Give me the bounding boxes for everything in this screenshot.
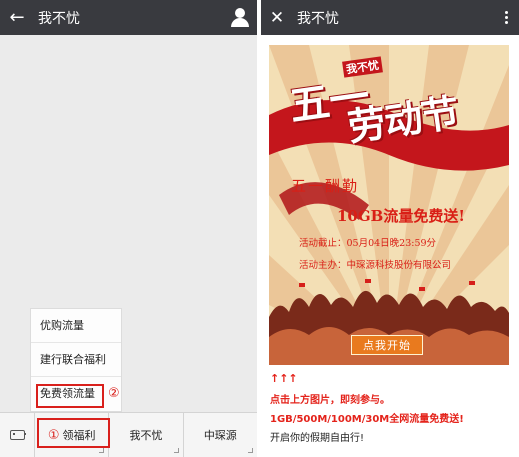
start-button[interactable]: 点我开始 [351, 335, 423, 355]
message-line-3: 开启你的假期自由行! [270, 433, 365, 444]
submenu-item-premium-traffic[interactable]: 优购流量 [31, 309, 121, 343]
menu-tab-zhongchenyuan-label: 中琛源 [203, 429, 237, 442]
menu-tab-zhongchenyuan[interactable]: 中琛源 [184, 413, 257, 457]
submenu-item-ccb-benefits[interactable]: 建行联合福利 [31, 343, 121, 377]
more-dots-icon[interactable] [493, 0, 519, 35]
bottom-menu: ① 领福利 我不忧 中琛源 [0, 412, 257, 457]
article-title: 我不忧 [297, 10, 339, 27]
step-marker-1: ① [47, 427, 60, 443]
message-line-2: 1GB/500M/100M/30M全网流量免费送! [270, 414, 464, 425]
promo-poster[interactable]: 我不忧 五一 劳动节 五一酬勤 10GB流量免费送! 活动截止：05月04日晚2… [269, 45, 509, 365]
chat-title: 我不忧 [38, 10, 80, 27]
menu-tab-benefits[interactable]: ① 领福利 [35, 413, 110, 457]
arrows-up: ↑↑↑ [270, 372, 298, 385]
user-icon[interactable] [223, 0, 257, 35]
back-arrow-icon[interactable]: ← [0, 0, 34, 35]
poster-organizer: 活动主办：中琛源科技股份有限公司 [299, 260, 452, 271]
message-line-1: 点击上方图片，即刻参与。 [270, 395, 390, 406]
poster-deadline: 活动截止：05月04日晚23:59分 [299, 238, 437, 249]
keyboard-toggle[interactable] [0, 413, 35, 457]
close-icon[interactable]: ✕ [261, 0, 293, 35]
article-screen: ✕ 我不忧 我不忧 五一 劳动节 五一酬勤 10GB流量免费送! 活动截止：05… [261, 0, 519, 457]
menu-tab-benefits-label: 领福利 [62, 429, 96, 442]
keyboard-icon [9, 430, 26, 440]
stage: ← 我不忧 优购流量 建行联合福利 免费领流量 ② ① 领福利 我不忧 中琛源 … [0, 0, 519, 457]
poster-subtitle: 五一酬勤 [291, 177, 360, 195]
chat-screen: ← 我不忧 优购流量 建行联合福利 免费领流量 ② ① 领福利 我不忧 中琛源 [0, 0, 257, 457]
step-marker-2: ② [108, 386, 120, 401]
article-header: ✕ 我不忧 [261, 0, 519, 35]
poster-offer: 10GB流量免费送! [337, 207, 465, 225]
menu-tab-wobuyou-label: 我不忧 [129, 429, 163, 442]
chat-header: ← 我不忧 [0, 0, 257, 35]
menu-tab-wobuyou[interactable]: 我不忧 [109, 413, 184, 457]
